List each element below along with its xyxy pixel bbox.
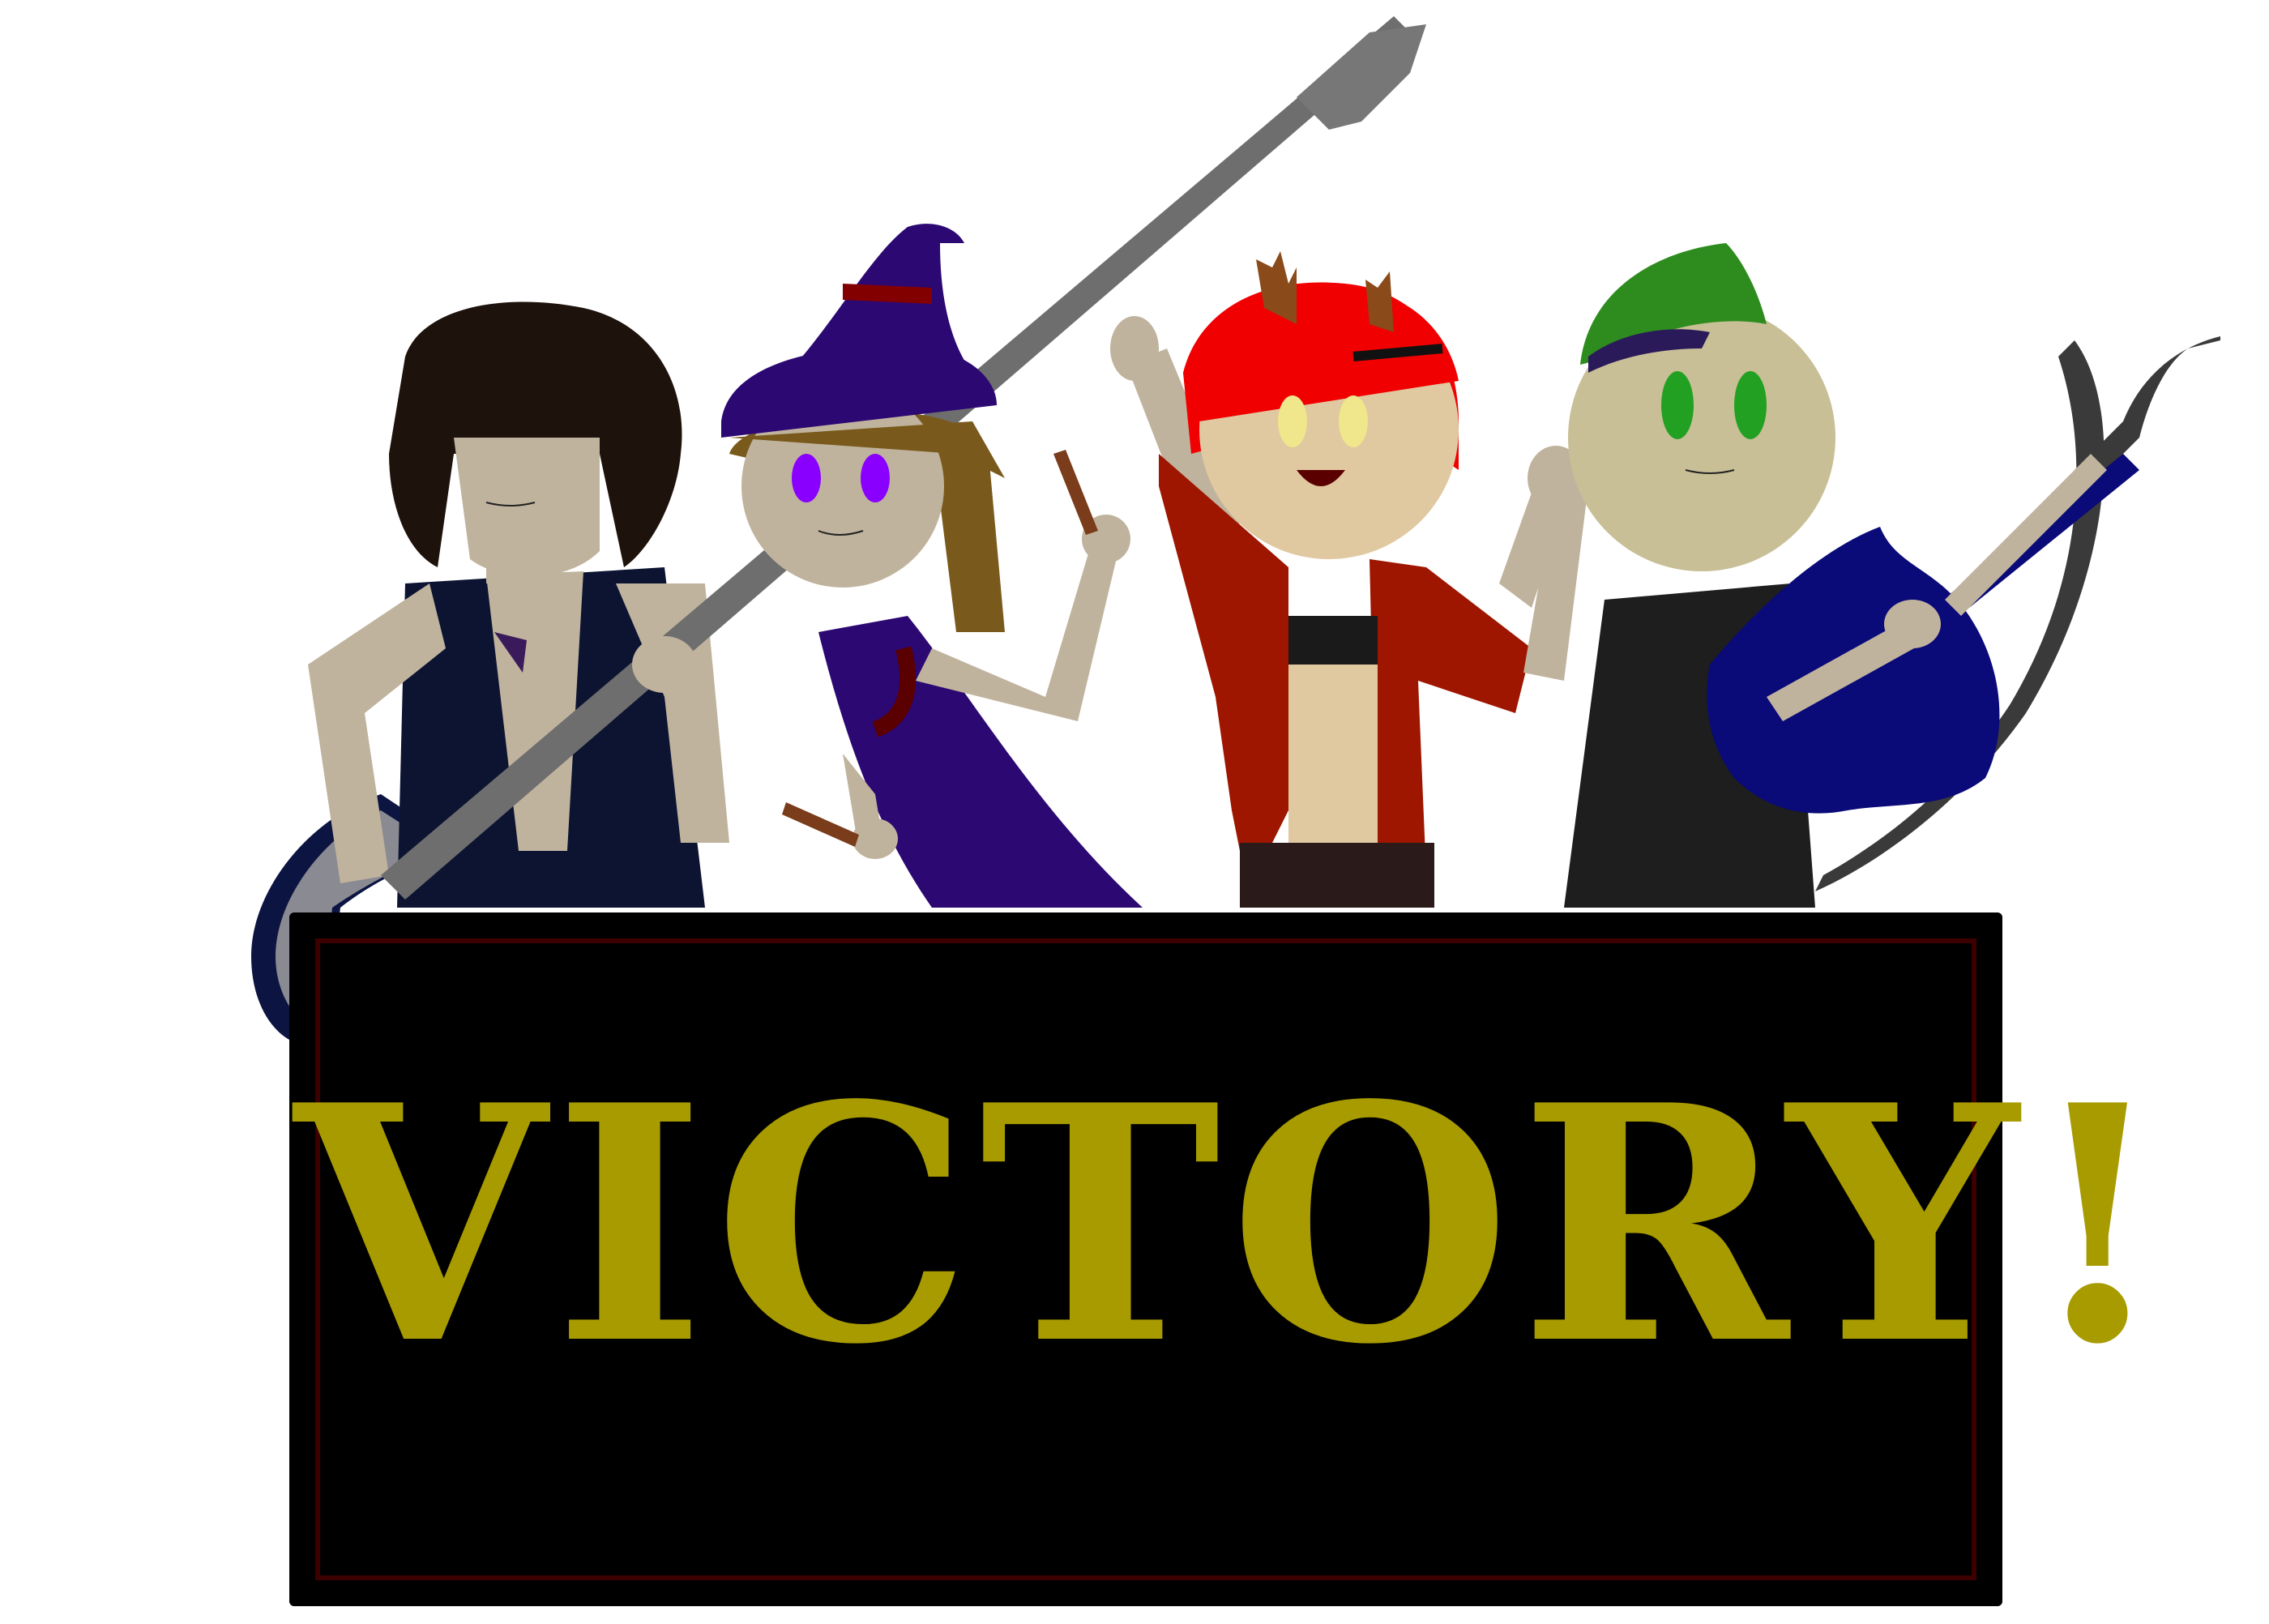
red-haired-singer-character <box>1110 251 1584 908</box>
witch-drumstick-lower <box>782 802 859 847</box>
victory-banner: VICTORY! <box>289 912 2177 1606</box>
witch-drumstick-raised <box>1053 450 1098 535</box>
witch-character <box>721 224 1143 908</box>
victory-scene: VICTORY! <box>0 0 2269 1621</box>
green-haired-guitarist-character <box>1523 243 2220 908</box>
witch-dress <box>818 616 1143 908</box>
victory-text: VICTORY! <box>294 1035 2177 1416</box>
